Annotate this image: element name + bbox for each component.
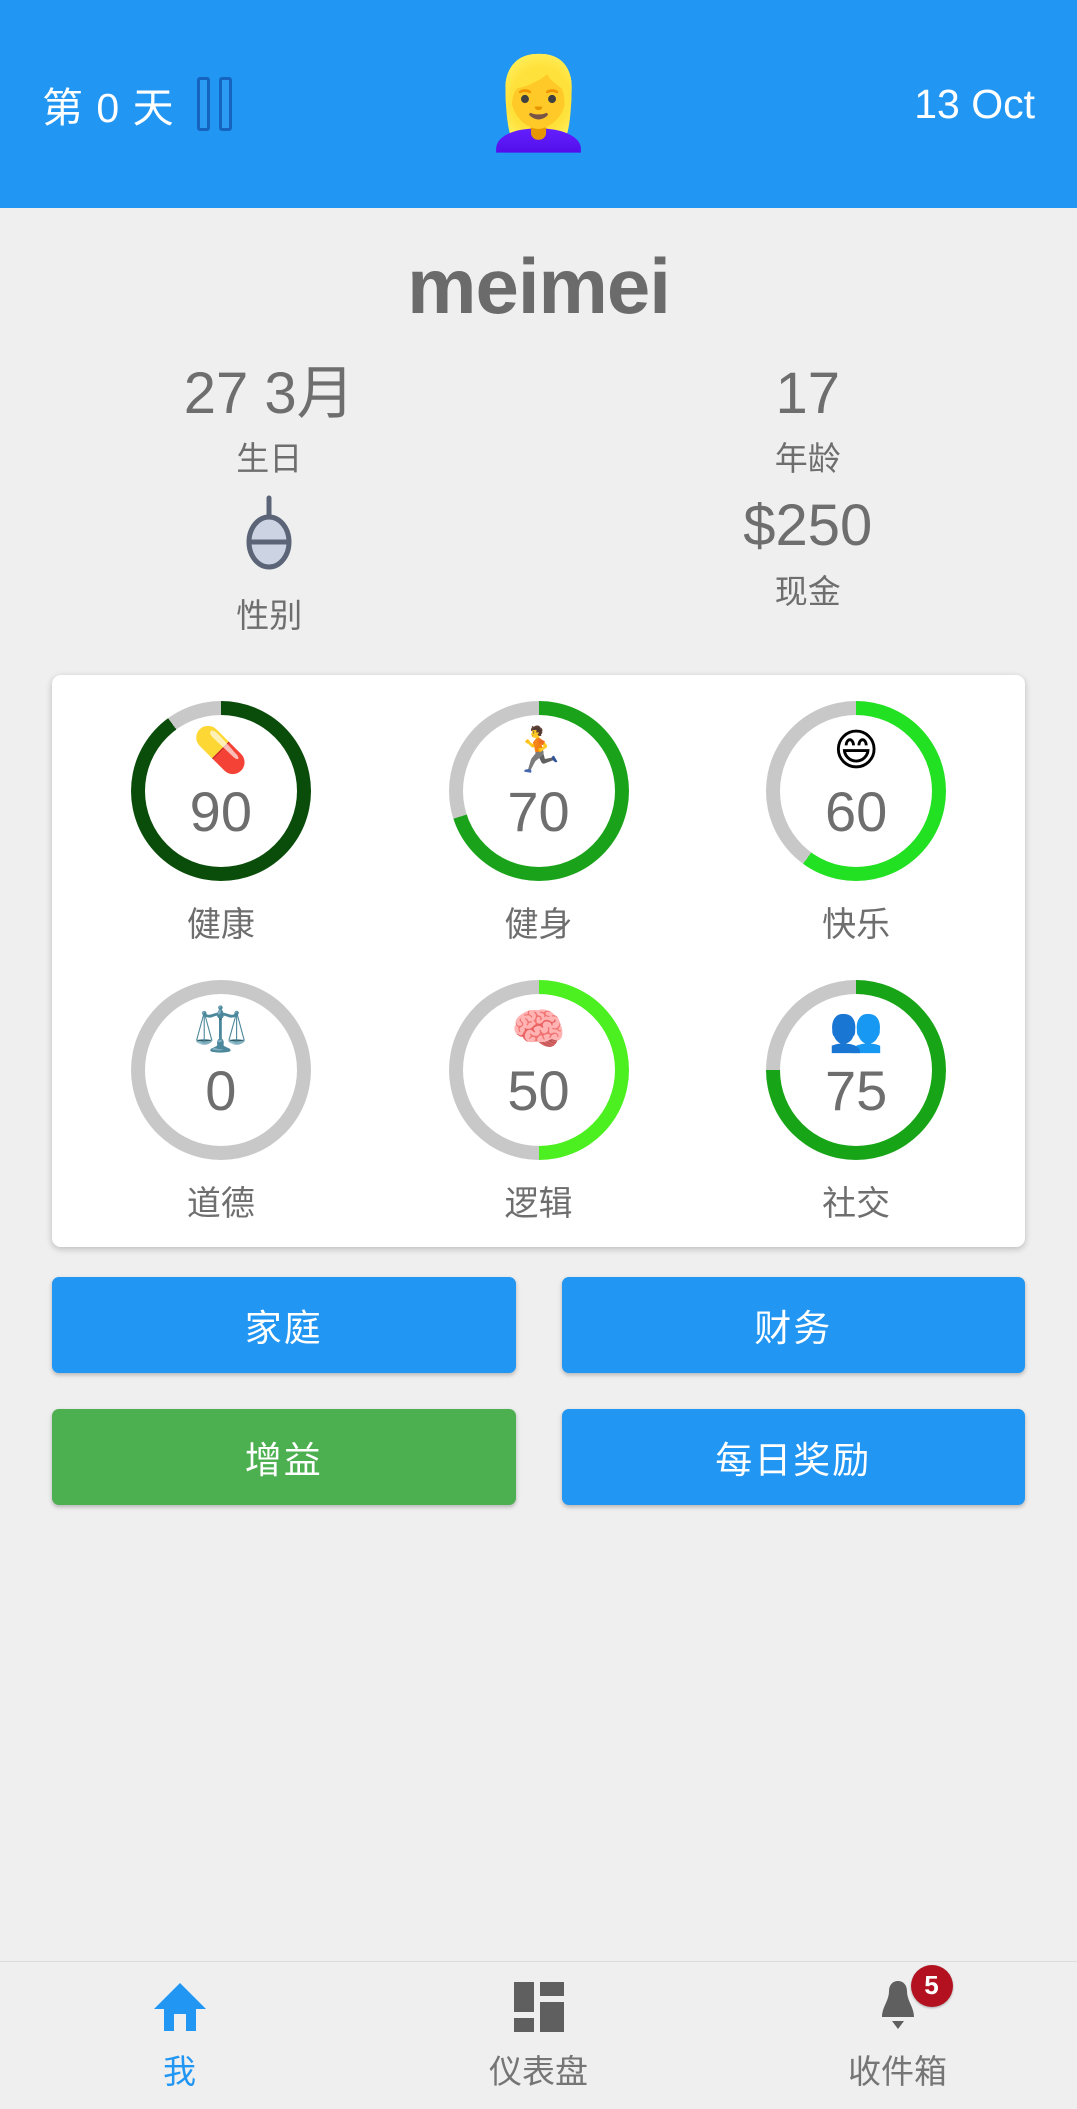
app-header: 第 0 天 👱‍♀️ 13 Oct bbox=[0, 0, 1077, 208]
people-icon: 👥 bbox=[828, 1004, 884, 1054]
nav-item-me[interactable]: 我 bbox=[0, 1979, 359, 2093]
attribute-morality[interactable]: ⚖️ 0 道德 bbox=[62, 979, 380, 1225]
social-label: 社交 bbox=[822, 1184, 891, 1223]
logic-label: 逻辑 bbox=[504, 1184, 573, 1223]
attributes-card: 💊 90 健康 🏃 70 健身 😄 60 快乐 ⚖️ 0 道德 🧠 50 逻辑 … bbox=[52, 674, 1025, 1247]
attribute-health[interactable]: 💊 90 健康 bbox=[62, 700, 380, 946]
brain-icon: 🧠 bbox=[511, 1004, 566, 1054]
health-value: 90 bbox=[189, 779, 252, 843]
morality-label: 道德 bbox=[186, 1184, 255, 1223]
family-button[interactable]: 家庭 bbox=[52, 1276, 516, 1373]
current-date: 13 Oct bbox=[914, 80, 1035, 127]
fitness-value: 70 bbox=[507, 779, 570, 843]
stat-cash-value: $250 bbox=[743, 493, 873, 559]
attribute-fitness[interactable]: 🏃 70 健身 bbox=[380, 700, 698, 946]
nav-label-me: 我 bbox=[163, 2052, 196, 2090]
happiness-value: 60 bbox=[825, 779, 888, 843]
happiness-label: 快乐 bbox=[822, 905, 891, 944]
stat-cash-label: 现金 bbox=[774, 573, 841, 611]
profile-stats-row-2: 性别 $250 现金 bbox=[0, 490, 1077, 646]
pill-icon: 💊 bbox=[193, 725, 249, 775]
nav-label-dashboard: 仪表盘 bbox=[489, 2052, 588, 2090]
finance-button[interactable]: 财务 bbox=[561, 1276, 1025, 1373]
action-buttons-row-2: 增益 每日奖励 bbox=[52, 1408, 1025, 1505]
attribute-happiness[interactable]: 😄 60 快乐 bbox=[697, 700, 1015, 946]
avatar[interactable]: 👱‍♀️ bbox=[482, 59, 594, 149]
stat-age-label: 年龄 bbox=[774, 440, 841, 478]
stat-age-value: 17 bbox=[775, 360, 840, 426]
attributes-row-1: 💊 90 健康 🏃 70 健身 😄 60 快乐 bbox=[62, 700, 1015, 946]
health-label: 健康 bbox=[186, 905, 255, 944]
social-value: 75 bbox=[825, 1058, 888, 1122]
gender-female-icon bbox=[0, 494, 539, 582]
happiness-ring: 😄 60 bbox=[766, 700, 947, 881]
nav-label-inbox: 收件箱 bbox=[848, 2052, 947, 2090]
profile-section: meimei 27 3月 生日 17 年龄 性别 $250 现金 bbox=[0, 208, 1077, 647]
profile-stats: 27 3月 生日 17 年龄 性别 $250 现金 bbox=[0, 358, 1077, 647]
scales-icon: ⚖️ bbox=[193, 1004, 249, 1054]
page-title: meimei bbox=[407, 242, 671, 330]
health-ring: 💊 90 bbox=[130, 700, 311, 881]
morality-value: 0 bbox=[205, 1058, 237, 1122]
pause-icon[interactable] bbox=[196, 77, 232, 131]
boost-button[interactable]: 增益 bbox=[52, 1408, 516, 1505]
avatar-emoji-icon: 👱‍♀️ bbox=[482, 54, 595, 154]
stat-birthday-label: 生日 bbox=[236, 440, 303, 478]
logic-ring: 🧠 50 bbox=[448, 979, 629, 1160]
stat-gender: 性别 bbox=[0, 490, 539, 646]
fitness-label: 健身 bbox=[504, 905, 573, 944]
stat-cash: $250 现金 bbox=[539, 490, 1077, 646]
stat-birthday: 27 3月 生日 bbox=[0, 358, 539, 491]
home-icon bbox=[151, 1979, 209, 2035]
morality-ring: ⚖️ 0 bbox=[130, 979, 311, 1160]
profile-stats-row-1: 27 3月 生日 17 年龄 bbox=[0, 358, 1077, 491]
fitness-ring: 🏃 70 bbox=[448, 700, 629, 881]
action-buttons: 家庭 财务 增益 每日奖励 bbox=[0, 1247, 1077, 1541]
grid-icon bbox=[510, 1979, 568, 2035]
day-counter: 第 0 天 bbox=[42, 85, 175, 131]
bottom-navigation: 我 仪表盘 5 收件箱 bbox=[0, 1961, 1077, 2109]
stat-birthday-value: 27 3月 bbox=[183, 360, 355, 426]
gender-symbol-icon bbox=[246, 495, 292, 570]
nav-item-inbox[interactable]: 5 收件箱 bbox=[718, 1964, 1077, 2093]
app-root: 第 0 天 👱‍♀️ 13 Oct meimei 27 3月 生日 17 年龄 bbox=[0, 0, 1077, 2109]
action-buttons-row-1: 家庭 财务 bbox=[52, 1276, 1025, 1373]
attributes-row-2: ⚖️ 0 道德 🧠 50 逻辑 👥 75 社交 bbox=[62, 979, 1015, 1225]
nav-item-dashboard[interactable]: 仪表盘 bbox=[359, 1979, 718, 2093]
social-ring: 👥 75 bbox=[766, 979, 947, 1160]
inbox-badge: 5 bbox=[910, 1964, 953, 2007]
stat-age: 17 年龄 bbox=[539, 358, 1077, 491]
daily-reward-button[interactable]: 每日奖励 bbox=[561, 1408, 1025, 1505]
smiley-icon: 😄 bbox=[833, 725, 880, 775]
attribute-social[interactable]: 👥 75 社交 bbox=[697, 979, 1015, 1225]
stat-gender-label: 性别 bbox=[236, 596, 303, 634]
header-left-group: 第 0 天 bbox=[42, 74, 232, 134]
runner-icon: 🏃 bbox=[511, 725, 566, 775]
logic-value: 50 bbox=[507, 1058, 570, 1122]
bell-icon: 5 bbox=[869, 1964, 953, 2035]
attribute-logic[interactable]: 🧠 50 逻辑 bbox=[380, 979, 698, 1225]
